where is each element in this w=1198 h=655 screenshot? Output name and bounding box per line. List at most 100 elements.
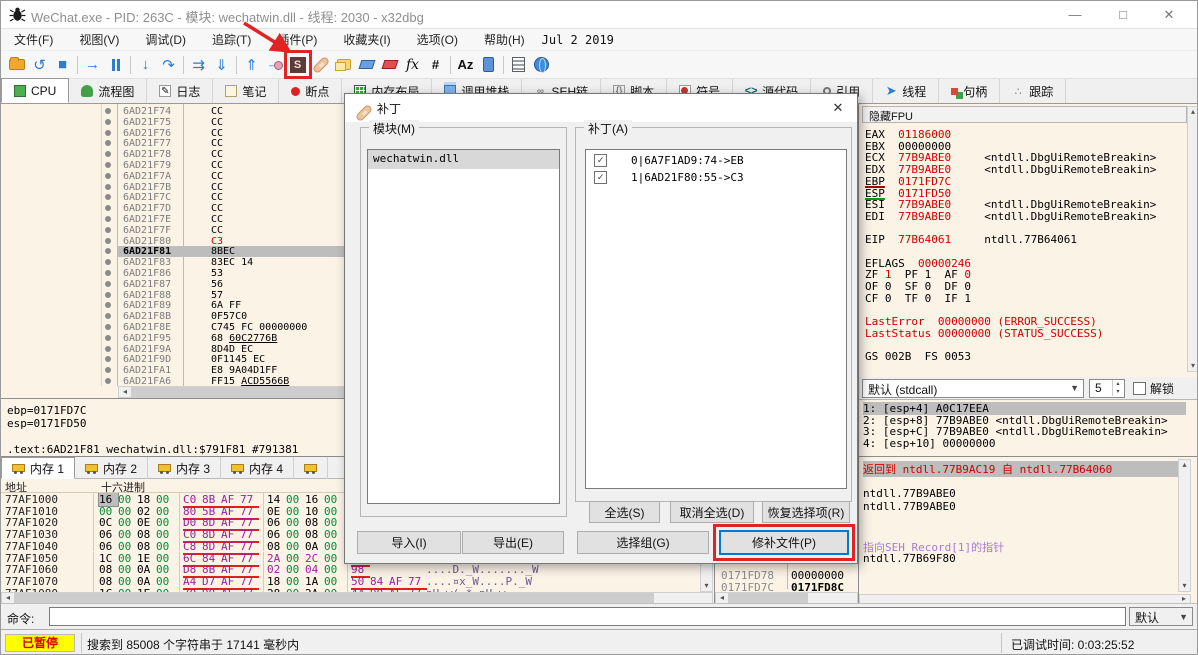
breakpoint-dot-icon[interactable] (105, 183, 111, 190)
hash-icon[interactable]: # (424, 53, 447, 77)
breakpoint-dot-icon[interactable] (105, 259, 111, 266)
dump-tab-4[interactable]: 内存 4 (221, 457, 295, 479)
stack-comments-panel[interactable]: ▴ ▾ ▸ 返回到 ntdll.77B9AC19 自 ntdll.77B6406… (858, 456, 1197, 604)
breakpoint-dot-icon[interactable] (105, 345, 111, 352)
select-group-button[interactable]: 选择组(G) (577, 531, 709, 554)
breakpoint-dot-icon[interactable] (105, 324, 111, 330)
tab-graph[interactable]: 流程图 (69, 79, 148, 103)
breakpoint-dot-icon[interactable] (105, 162, 111, 168)
unlock-checkbox[interactable] (1133, 382, 1146, 395)
tab-handles[interactable]: 句柄 (939, 79, 1001, 103)
breakpoint-dot-icon[interactable] (105, 194, 111, 201)
modules-list[interactable]: wechatwin.dll (367, 149, 560, 504)
spinner-arrows[interactable]: ▴ ▾ (1112, 380, 1123, 396)
command-script-select[interactable]: 默认 ▼ (1129, 607, 1193, 626)
breakpoint-dot-icon[interactable] (105, 280, 111, 287)
scroll-left-arrow[interactable]: ◂ (716, 593, 728, 603)
deselect-all-button[interactable]: 取消全选(D) (670, 501, 754, 523)
dump-row[interactable]: 77AF1060 08 00 0A 00 D8 8B AF 77 02 00 04 00 98 ....D.… (1, 563, 714, 579)
dump-tab-1[interactable]: 内存 1 (1, 457, 76, 479)
patch-list-item[interactable]: ✓ 0|6A7F1AD9:74->EB (586, 150, 846, 167)
patch-checkbox[interactable]: ✓ (594, 171, 607, 184)
label-icon[interactable] (355, 53, 378, 77)
menu-item[interactable]: 文件(F) (1, 31, 66, 48)
comment-icon[interactable] (332, 53, 355, 77)
import-button[interactable]: 导入(I) (357, 531, 461, 554)
module-list-item[interactable]: wechatwin.dll (368, 150, 559, 169)
patch-file-button[interactable]: 修补文件(P) (719, 530, 849, 555)
function-icon[interactable]: fx (401, 53, 424, 77)
tab-trace[interactable]: ∴ 跟踪 (1000, 79, 1067, 103)
register-line[interactable]: EDI 77B9ABE0 <ntdll.DbgUiRemoteBreakin> (865, 210, 1156, 223)
restore-selected-button[interactable]: 恢复选择项(R) (762, 501, 850, 523)
execute-till-return-icon[interactable]: ⇑ (240, 53, 263, 77)
breakpoint-dot-icon[interactable] (105, 140, 111, 147)
register-line[interactable]: CF 0 TF 0 IF 1 (865, 292, 971, 305)
menu-item[interactable]: 调试(D) (132, 31, 199, 48)
scroll-left-arrow[interactable]: ◂ (119, 387, 131, 397)
tab-cpu[interactable]: CPU (1, 78, 70, 103)
scroll-down-arrow[interactable]: ▾ (1187, 361, 1197, 371)
scroll-down-arrow[interactable]: ▾ (701, 581, 713, 591)
step-into-icon[interactable]: ↓ (134, 53, 157, 77)
stack-row[interactable]: 0171FD7C 0171FD8C (715, 581, 858, 594)
patches-list[interactable]: ✓ 0|6A7F1AD9:74->EB ✓ 1|6AD21F80:55->C3 (585, 149, 847, 489)
tab-breakpoint[interactable]: 断点 (279, 79, 343, 103)
menu-item[interactable]: 插件(P) (264, 31, 330, 48)
select-all-button[interactable]: 全选(S) (589, 501, 660, 523)
step-over-fast-icon[interactable]: ⇓ (210, 53, 233, 77)
calling-convention-select[interactable]: 默认 (stdcall) ▼ (862, 379, 1084, 398)
hide-fpu-button[interactable]: 隐藏FPU (862, 106, 1187, 123)
breakpoint-dot-icon[interactable] (105, 313, 111, 320)
breakpoint-dot-icon[interactable] (105, 216, 111, 222)
run-to-cursor-icon[interactable]: ⇉ (187, 53, 210, 77)
stack-row[interactable]: 0171FD78 00000000 (715, 569, 858, 582)
registers-vscrollbar[interactable]: ▴ ▾ (1187, 106, 1197, 372)
comment-line[interactable]: ntdll.77B9ABE0 (863, 487, 956, 500)
calculator-icon[interactable] (507, 53, 530, 77)
internet-icon[interactable] (530, 53, 553, 77)
arguments-view[interactable]: 1: [esp+4] A0C17EEA 2: [esp+8] 77B9ABE0 <… (859, 399, 1197, 450)
scylla-icon[interactable]: S (286, 53, 309, 77)
stop-icon[interactable]: ■ (51, 53, 74, 77)
breakpoint-dot-icon[interactable] (105, 129, 111, 136)
bookmark-icon[interactable] (378, 53, 401, 77)
unlock-checkbox-row[interactable]: 解锁 (1133, 380, 1174, 397)
breakpoint-dot-icon[interactable] (105, 291, 111, 298)
scroll-left-arrow[interactable]: ◂ (2, 593, 14, 603)
command-input[interactable] (49, 607, 1126, 626)
scroll-up-arrow[interactable]: ▴ (1179, 460, 1191, 470)
breakpoint-dot-icon[interactable] (105, 302, 111, 309)
dialog-close-icon[interactable]: ✕ (827, 98, 849, 118)
strings-icon[interactable]: Az (454, 53, 477, 77)
comment-line[interactable]: ntdll.77B69F80 (863, 552, 956, 565)
maximize-button[interactable]: □ (1101, 1, 1145, 29)
tab-notes[interactable]: 笔记 (213, 79, 280, 103)
patch-dialog-titlebar[interactable]: 补丁 ✕ (345, 94, 857, 123)
dump-tab-5[interactable] (294, 457, 329, 479)
menu-item[interactable]: 收藏夹(I) (330, 31, 403, 48)
breakpoint-dot-icon[interactable] (105, 205, 111, 212)
comment-line[interactable]: ntdll.77B9ABE0 (863, 500, 956, 513)
menu-item[interactable]: 选项(O) (404, 31, 471, 48)
register-line[interactable]: LastStatus 00000000 (STATUS_SUCCESS) (865, 327, 1103, 340)
breakpoint-dot-icon[interactable] (105, 118, 111, 125)
menu-item[interactable]: 帮助(H) (471, 31, 538, 48)
scroll-thumb[interactable] (14, 593, 654, 603)
menu-item[interactable]: 追踪(T) (199, 31, 264, 48)
breakpoint-dot-icon[interactable] (105, 378, 111, 384)
register-line[interactable]: EIP 77B64061 ntdll.77B64061 (865, 233, 1077, 246)
register-line[interactable]: GS 002B FS 0053 (865, 350, 971, 363)
minimize-button[interactable]: — (1053, 1, 1097, 29)
scroll-up-arrow[interactable]: ▴ (1187, 107, 1197, 117)
tab-threads[interactable]: ➤ 线程 (873, 79, 940, 103)
breakpoint-dot-icon[interactable] (105, 226, 111, 233)
breakpoint-dot-icon[interactable] (105, 356, 111, 363)
breakpoint-dot-icon[interactable] (105, 151, 111, 158)
breakpoint-dot-icon[interactable] (105, 237, 111, 244)
breakpoint-dot-icon[interactable] (105, 108, 111, 114)
restart-icon[interactable]: ↺ (28, 53, 51, 77)
modified-bytes-icon[interactable] (477, 53, 500, 77)
patch-list-item[interactable]: ✓ 1|6AD21F80:55->C3 (586, 167, 846, 184)
return-to-line[interactable]: 返回到 ntdll.77B9AC19 自 ntdll.77B64060 (863, 461, 1178, 477)
